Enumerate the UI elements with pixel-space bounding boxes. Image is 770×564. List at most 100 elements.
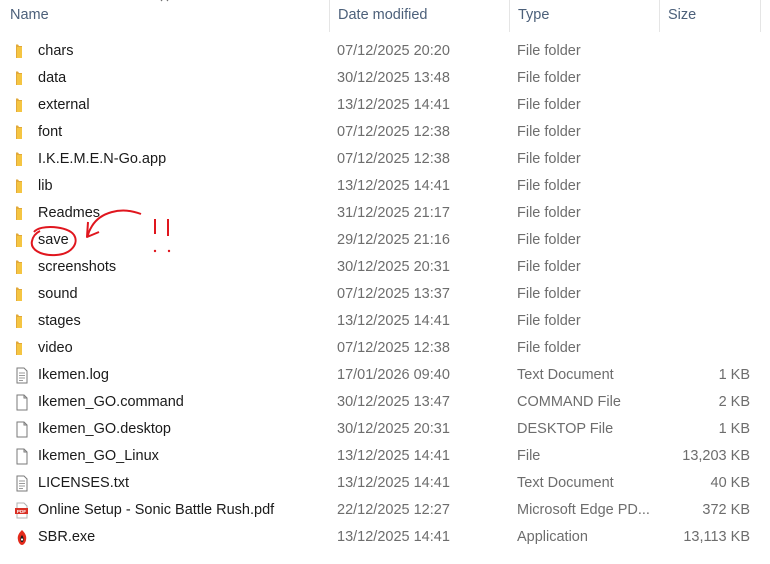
file-explorer-list: Name Date modified Type Size chars 07/12/… [0, 0, 770, 564]
file-name: chars [38, 43, 74, 59]
folder-row[interactable]: I.K.E.M.E.N-Go.app 07/12/2025 12:38 File f… [0, 146, 770, 173]
folder-icon [16, 233, 22, 247]
folder-icon [16, 125, 22, 139]
file-name: Ikemen.log [38, 367, 109, 383]
file-name: video [38, 340, 73, 356]
file-name: Ikemen_GO.command [38, 394, 184, 410]
file-name: data [38, 70, 67, 86]
folder-row[interactable]: chars 07/12/2025 20:20 File folder [0, 38, 770, 65]
file-type: COMMAND File [517, 394, 621, 410]
file-row[interactable]: Ikemen_GO_Linux 13/12/2025 14:41 File 13,20… [0, 443, 770, 470]
file-date-modified: 13/12/2025 14:41 [337, 313, 450, 329]
file-size: 2 KB [718, 394, 750, 410]
pdf-icon: PDF [15, 502, 28, 519]
folder-row[interactable]: font 07/12/2025 12:38 File folder [0, 119, 770, 146]
column-header-size[interactable]: Size [660, 0, 760, 30]
file-type: File folder [517, 313, 581, 329]
file-date-modified: 13/12/2025 14:41 [337, 178, 450, 194]
file-list: chars 07/12/2025 20:20 File folder data 30/1… [0, 38, 770, 551]
file-type: Application [517, 529, 588, 545]
column-header-date-modified[interactable]: Date modified [330, 0, 508, 30]
file-date-modified: 07/12/2025 12:38 [337, 340, 450, 356]
file-size: 1 KB [718, 367, 750, 383]
folder-icon [16, 314, 22, 328]
file-date-modified: 30/12/2025 20:31 [337, 421, 450, 437]
file-size: 13,113 KB [683, 529, 750, 545]
column-header-size-label: Size [668, 7, 697, 23]
file-name: screenshots [38, 259, 117, 275]
folder-icon [16, 206, 22, 220]
file-name: Ikemen_GO_Linux [38, 448, 159, 464]
file-type: File folder [517, 151, 581, 167]
file-size: 40 KB [710, 475, 751, 491]
folder-row[interactable]: screenshots 30/12/2025 20:31 File folder [0, 254, 770, 281]
folder-icon [16, 44, 22, 58]
file-row[interactable]: PDF Online Setup - Sonic Battle Rush.pdf 2… [0, 497, 770, 524]
folder-row[interactable]: stages 13/12/2025 14:41 File folder [0, 308, 770, 335]
column-header-name[interactable]: Name [2, 0, 328, 30]
column-header-type[interactable]: Type [510, 0, 658, 30]
folder-row[interactable]: sound 07/12/2025 13:37 File folder [0, 281, 770, 308]
file-icon [16, 394, 28, 411]
file-date-modified: 13/12/2025 14:41 [337, 529, 450, 545]
file-row[interactable]: LICENSES.txt 13/12/2025 14:41 Text Documen… [0, 470, 770, 497]
folder-icon [16, 98, 22, 112]
file-date-modified: 13/12/2025 14:41 [337, 475, 450, 491]
folder-icon [16, 287, 22, 301]
file-date-modified: 22/12/2025 12:27 [337, 502, 450, 518]
file-type: DESKTOP File [517, 421, 614, 437]
file-type: File folder [517, 97, 581, 113]
file-type: File folder [517, 232, 581, 248]
file-date-modified: 07/12/2025 12:38 [337, 151, 450, 167]
file-name: Readmes [38, 205, 101, 221]
file-type: Microsoft Edge PD... [517, 502, 650, 518]
file-type: File folder [517, 205, 581, 221]
file-date-modified: 30/12/2025 20:31 [337, 259, 450, 275]
file-row[interactable]: Ikemen.log 17/01/2026 09:40 Text Document 1… [0, 362, 770, 389]
file-date-modified: 31/12/2025 21:17 [337, 205, 450, 221]
sort-ascending-icon [160, 0, 169, 2]
file-icon [16, 421, 28, 438]
folder-icon [16, 152, 22, 166]
file-name: I.K.E.M.E.N-Go.app [38, 151, 167, 167]
file-size: 372 KB [702, 502, 750, 518]
file-type: File folder [517, 340, 581, 356]
file-date-modified: 29/12/2025 21:16 [337, 232, 450, 248]
folder-icon [16, 341, 22, 355]
file-date-modified: 30/12/2025 13:48 [337, 70, 450, 86]
file-name: LICENSES.txt [38, 475, 130, 491]
file-date-modified: 07/12/2025 13:37 [337, 286, 450, 302]
file-row[interactable]: Ikemen_GO.command 30/12/2025 13:47 COMMAND… [0, 389, 770, 416]
folder-row[interactable]: Readmes 31/12/2025 21:17 File folder [0, 200, 770, 227]
svg-text:PDF: PDF [17, 509, 26, 514]
file-date-modified: 13/12/2025 14:41 [337, 97, 450, 113]
file-row[interactable]: Ikemen_GO.desktop 30/12/2025 20:31 DESKTOP… [0, 416, 770, 443]
file-name: font [38, 124, 63, 140]
file-date-modified: 30/12/2025 13:47 [337, 394, 450, 410]
file-date-modified: 07/12/2025 12:38 [337, 124, 450, 140]
folder-icon [16, 179, 22, 193]
file-date-modified: 17/01/2026 09:40 [337, 367, 450, 383]
file-name: Ikemen_GO.desktop [38, 421, 171, 437]
file-type: File folder [517, 286, 581, 302]
text-document-icon [16, 367, 28, 384]
folder-icon [16, 71, 22, 85]
file-type: File [517, 448, 541, 464]
file-row[interactable]: SBR.exe 13/12/2025 14:41 Application 13,113… [0, 524, 770, 551]
folder-row[interactable]: data 30/12/2025 13:48 File folder [0, 65, 770, 92]
file-name: Online Setup - Sonic Battle Rush.pdf [38, 502, 275, 518]
file-name: save [38, 232, 69, 248]
folder-row[interactable]: save 29/12/2025 21:16 File folder [0, 227, 770, 254]
file-type: Text Document [517, 475, 614, 491]
file-size: 1 KB [718, 421, 750, 437]
folder-row[interactable]: lib 13/12/2025 14:41 File folder [0, 173, 770, 200]
file-date-modified: 07/12/2025 20:20 [337, 43, 450, 59]
folder-row[interactable]: video 07/12/2025 12:38 File folder [0, 335, 770, 362]
folder-icon [16, 260, 22, 274]
file-type: File folder [517, 124, 581, 140]
file-name: stages [38, 313, 81, 329]
application-icon [17, 530, 27, 545]
column-header-date-label: Date modified [338, 7, 428, 23]
column-divider[interactable] [760, 0, 761, 32]
folder-row[interactable]: external 13/12/2025 14:41 File folder [0, 92, 770, 119]
